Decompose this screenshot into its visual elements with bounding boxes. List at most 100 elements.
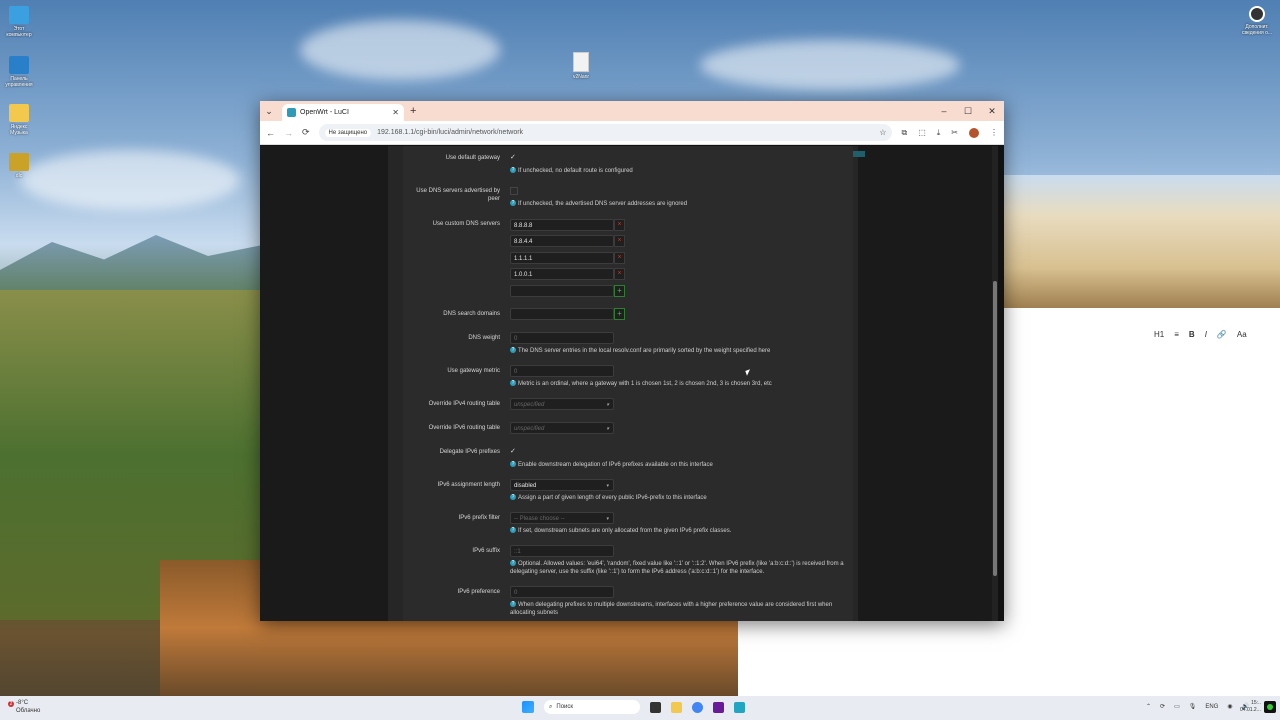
field-label: Use gateway metric bbox=[447, 368, 500, 374]
dns-server-input[interactable]: 8.8.8.8 bbox=[510, 219, 614, 231]
format-button[interactable]: Aa bbox=[1237, 330, 1247, 339]
remove-dns-button[interactable]: × bbox=[614, 235, 625, 247]
help-text: ? Assign a part of given length of every … bbox=[510, 494, 707, 501]
close-window-button[interactable]: ✕ bbox=[980, 101, 1004, 121]
add-search-domain-button[interactable]: + bbox=[614, 308, 625, 320]
back-button[interactable]: ← bbox=[266, 128, 275, 138]
browser-tab[interactable]: OpenWrt - LuCI ✕ bbox=[282, 104, 404, 121]
field-label: IPv6 prefix filter bbox=[458, 515, 500, 521]
not-secure-badge[interactable]: Не защищено bbox=[324, 128, 372, 137]
sync-icon[interactable]: ⟳ bbox=[1160, 703, 1165, 710]
file-icon bbox=[573, 52, 589, 72]
bold-button[interactable]: B bbox=[1189, 330, 1195, 339]
gateway-metric-input[interactable]: 0 bbox=[510, 365, 614, 377]
dns-server-input[interactable]: 8.8.4.4 bbox=[510, 235, 614, 247]
desktop-icon-label: Дополнит. сведения о... bbox=[1241, 24, 1273, 36]
weather-widget[interactable]: 2 -8°C Облачно bbox=[8, 699, 41, 715]
default-gateway-checkbox[interactable]: ✓ bbox=[510, 154, 518, 162]
new-dns-server-input[interactable] bbox=[510, 285, 614, 297]
help-text: ? Optional. Allowed values: 'eui64', 'ran… bbox=[510, 560, 844, 575]
desktop-icon-dlc[interactable]: dlc bbox=[4, 153, 34, 179]
ipv6-table-select[interactable]: unspecified ▾ bbox=[510, 422, 614, 434]
mic-icon[interactable]: 🎙 bbox=[1189, 703, 1197, 710]
download-icon[interactable]: ⤓ bbox=[937, 128, 941, 138]
help-icon: ? bbox=[510, 560, 516, 567]
help-text: ? If set, downstream subnets are only all… bbox=[510, 527, 732, 534]
dns-weight-input[interactable]: 0 bbox=[510, 332, 614, 344]
italic-button[interactable]: I bbox=[1205, 330, 1207, 339]
field-label: Use DNS servers advertised by peer bbox=[416, 188, 500, 202]
monitor-icon[interactable]: ▭ bbox=[1174, 703, 1180, 710]
new-tab-button[interactable]: + bbox=[410, 105, 416, 117]
app-icon[interactable] bbox=[713, 701, 724, 713]
minimize-button[interactable]: – bbox=[932, 101, 956, 121]
delegate-prefixes-checkbox[interactable]: ✓ bbox=[510, 448, 518, 456]
maximize-button[interactable]: ☐ bbox=[956, 101, 980, 121]
remove-dns-button[interactable]: × bbox=[614, 219, 625, 231]
page-scrollbar[interactable] bbox=[992, 146, 998, 621]
dns-server-input[interactable]: 1.0.0.1 bbox=[510, 268, 614, 280]
heading-button[interactable]: H1 bbox=[1154, 330, 1164, 339]
desktop-icon-control-panel[interactable]: Панель управления bbox=[4, 56, 34, 88]
tab-close-icon[interactable]: ✕ bbox=[392, 108, 399, 117]
ipv6-suffix-input[interactable]: ::1 bbox=[510, 545, 614, 557]
dns-search-entry: + bbox=[510, 308, 625, 320]
list-button[interactable]: ≡ bbox=[1174, 330, 1179, 339]
network-icon[interactable]: ◉ bbox=[1227, 703, 1232, 710]
info-app-icon bbox=[1249, 6, 1265, 22]
ipv6-preference-input[interactable]: 0 bbox=[510, 586, 614, 598]
dns-entry-new: + bbox=[510, 285, 625, 297]
clock[interactable]: 15:.. 04.01.2... bbox=[1240, 700, 1261, 714]
field-label: Use custom DNS servers bbox=[432, 221, 500, 227]
url-input[interactable]: Не защищено 192.168.1.1/cgi-bin/luci/adm… bbox=[318, 124, 893, 141]
puzzle-icon[interactable]: ⬚ bbox=[918, 128, 926, 137]
cloud bbox=[300, 20, 500, 80]
add-dns-button[interactable]: + bbox=[614, 285, 625, 297]
language-indicator[interactable]: ENG bbox=[1205, 704, 1218, 710]
bookmark-star-icon[interactable]: ☆ bbox=[879, 128, 886, 137]
chrome-icon[interactable] bbox=[692, 701, 703, 713]
peer-dns-checkbox[interactable] bbox=[510, 187, 518, 195]
ipv4-table-select[interactable]: unspecified ▾ bbox=[510, 398, 614, 410]
dns-search-input[interactable] bbox=[510, 308, 614, 320]
help-icon: ? bbox=[510, 601, 516, 608]
profile-avatar[interactable] bbox=[969, 127, 979, 138]
dropdown-arrow-icon: ▾ bbox=[606, 516, 609, 522]
weather-desc: Облачно bbox=[16, 708, 41, 714]
start-button[interactable] bbox=[522, 701, 534, 713]
search-icon: ⌕ bbox=[549, 703, 553, 710]
forward-button[interactable]: → bbox=[284, 128, 293, 138]
menu-icon[interactable]: ⋮ bbox=[990, 128, 998, 137]
tray-expand-icon[interactable]: ⌃ bbox=[1146, 703, 1151, 710]
tab-search-icon[interactable]: ⌄ bbox=[260, 106, 278, 117]
link-button[interactable]: 🔗 bbox=[1217, 330, 1227, 339]
assignment-length-select[interactable]: disabled ▾ bbox=[510, 479, 614, 491]
openwrt-favicon-icon bbox=[287, 108, 296, 117]
remove-dns-button[interactable]: × bbox=[614, 268, 625, 280]
system-tray: ⌃ ⟳ ▭ 🎙 ENG ◉ 🔊 bbox=[1146, 703, 1249, 711]
reload-button[interactable]: ⟳ bbox=[302, 127, 310, 138]
dns-entry: 8.8.4.4 × bbox=[510, 235, 625, 247]
weather-temp: -8°C bbox=[16, 700, 29, 706]
town-scenery bbox=[1004, 175, 1280, 308]
task-view-icon[interactable] bbox=[650, 701, 661, 713]
prefix-filter-select[interactable]: -- Please choose -- ▾ bbox=[510, 512, 614, 524]
taskbar-search[interactable]: ⌕ Поиск bbox=[544, 700, 640, 714]
tab-title: OpenWrt - LuCI bbox=[300, 109, 349, 116]
desktop-icon-folder[interactable]: Яндекс Музыка bbox=[4, 104, 34, 136]
interface-settings-modal: Use default gateway ✓ ? If unchecked, no … bbox=[403, 146, 853, 621]
desktop-file[interactable]: v2Nanr bbox=[568, 52, 594, 80]
notes-app-icon[interactable] bbox=[734, 701, 745, 713]
extension-icon[interactable]: ⧉ bbox=[901, 128, 907, 138]
desktop-icon-info[interactable]: Дополнит. сведения о... bbox=[1238, 6, 1276, 36]
dns-server-input[interactable]: 1.1.1.1 bbox=[510, 252, 614, 264]
help-text: ? If unchecked, the advertised DNS server… bbox=[510, 200, 688, 207]
dns-entry: 8.8.8.8 × bbox=[510, 219, 625, 231]
scrollbar-thumb[interactable] bbox=[993, 281, 997, 576]
tools-icon[interactable]: ✂ bbox=[951, 128, 958, 137]
desktop-icon-computer[interactable]: Этот компьютер bbox=[4, 6, 34, 38]
explorer-icon[interactable] bbox=[671, 701, 682, 713]
help-icon: ? bbox=[510, 380, 516, 387]
notification-icon[interactable] bbox=[1264, 701, 1276, 713]
remove-dns-button[interactable]: × bbox=[614, 252, 625, 264]
